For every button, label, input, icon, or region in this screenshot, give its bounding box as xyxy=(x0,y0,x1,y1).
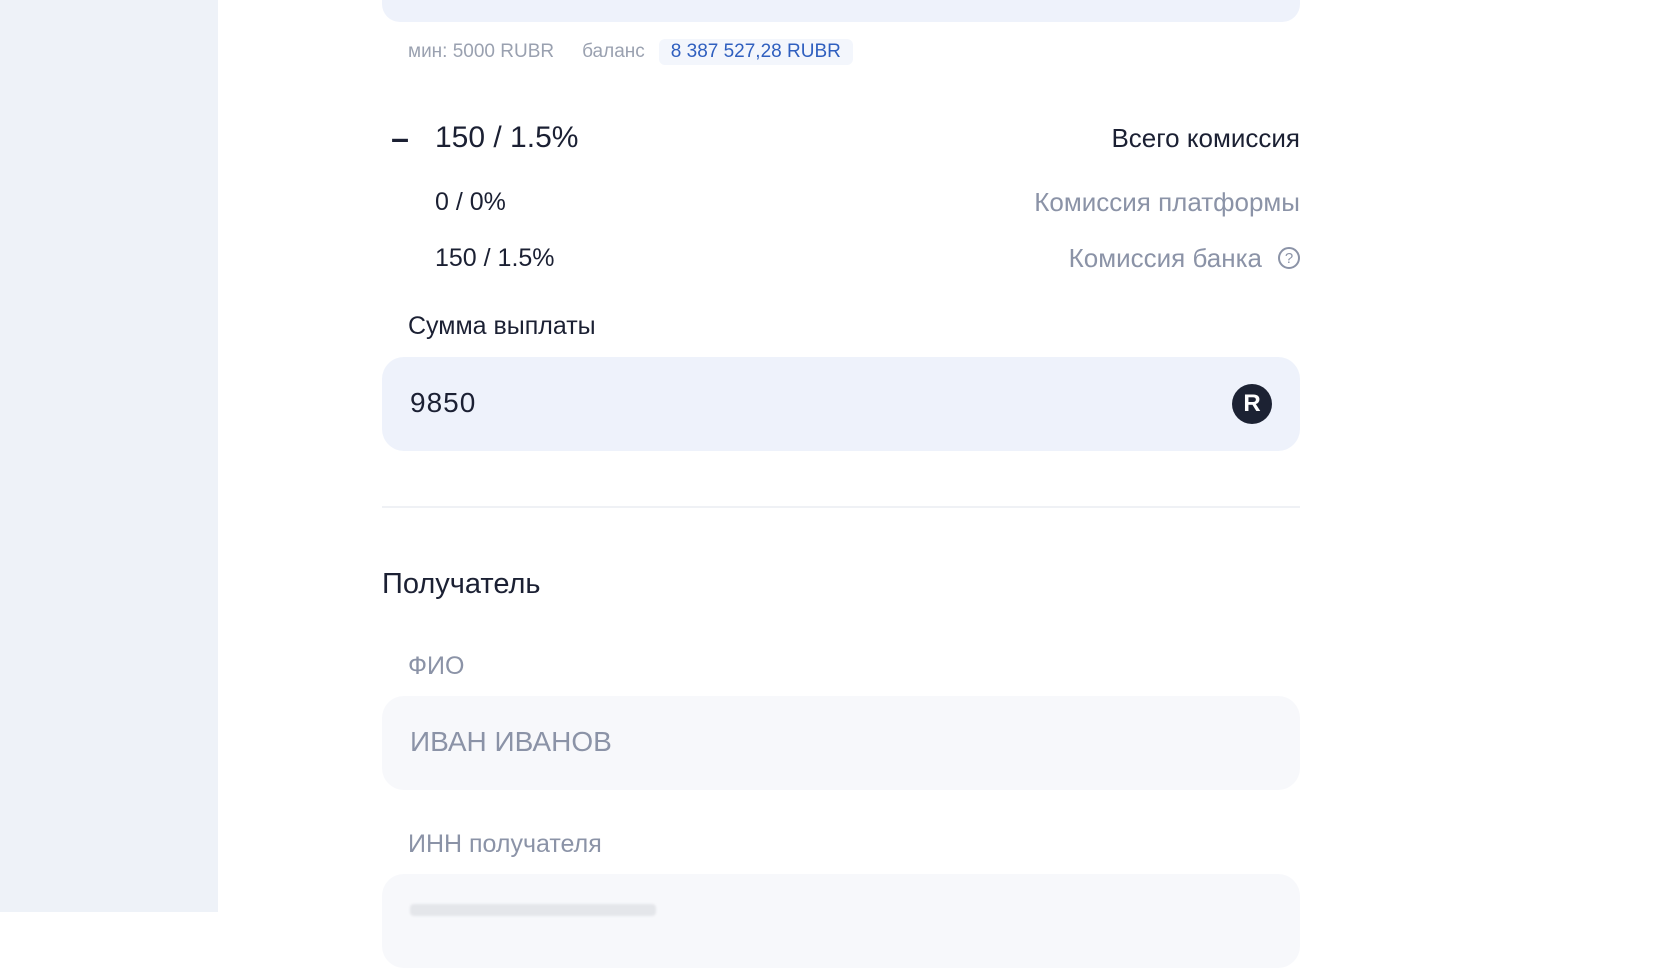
payout-amount-field[interactable]: 9850 R xyxy=(382,357,1300,451)
min-amount-text: мин: 5000 RUBR xyxy=(408,41,555,62)
inn-value-redacted xyxy=(410,904,656,916)
fio-value[interactable]: ИВАН ИВАНОВ xyxy=(410,726,612,758)
platform-commission-label: Комиссия платформы xyxy=(1034,186,1300,217)
total-commission-value: 150 / 1.5% xyxy=(435,121,579,154)
balance-label: баланс xyxy=(582,41,645,62)
help-icon[interactable]: ? xyxy=(1278,247,1300,269)
divider xyxy=(382,506,1300,508)
fio-label: ФИО xyxy=(408,652,465,680)
fio-field[interactable]: ИВАН ИВАНОВ xyxy=(382,696,1300,790)
inn-field[interactable] xyxy=(382,874,1300,968)
inn-label: ИНН получателя xyxy=(408,830,602,858)
limits-row: мин: 5000 RUBR баланс 8 387 527,28 RUBR xyxy=(408,38,853,66)
bank-commission-value: 150 / 1.5% xyxy=(435,243,555,272)
bank-commission-row: 150 / 1.5% Комиссия банка ? xyxy=(382,238,1300,278)
payout-form: мин: 5000 RUBR баланс 8 387 527,28 RUBR … xyxy=(382,0,1300,968)
total-commission-label: Всего комиссия xyxy=(1111,122,1300,153)
ruble-currency-icon: R xyxy=(1232,384,1272,424)
payout-amount-value[interactable]: 9850 xyxy=(410,387,476,419)
bank-commission-label-group: Комиссия банка ? xyxy=(1069,243,1300,274)
platform-commission-value: 0 / 0% xyxy=(435,187,506,216)
total-commission-row: – 150 / 1.5% Всего комиссия xyxy=(382,118,1300,158)
balance-value[interactable]: 8 387 527,28 RUBR xyxy=(658,39,853,65)
payout-amount-label: Сумма выплаты xyxy=(408,312,596,340)
sidebar xyxy=(0,0,218,912)
platform-commission-row: 0 / 0% Комиссия платформы xyxy=(382,182,1300,222)
amount-field[interactable] xyxy=(382,0,1300,22)
recipient-section-title: Получатель xyxy=(382,568,541,600)
collapse-commission-toggle[interactable]: – xyxy=(382,120,418,156)
bank-commission-label: Комиссия банка xyxy=(1068,242,1262,273)
